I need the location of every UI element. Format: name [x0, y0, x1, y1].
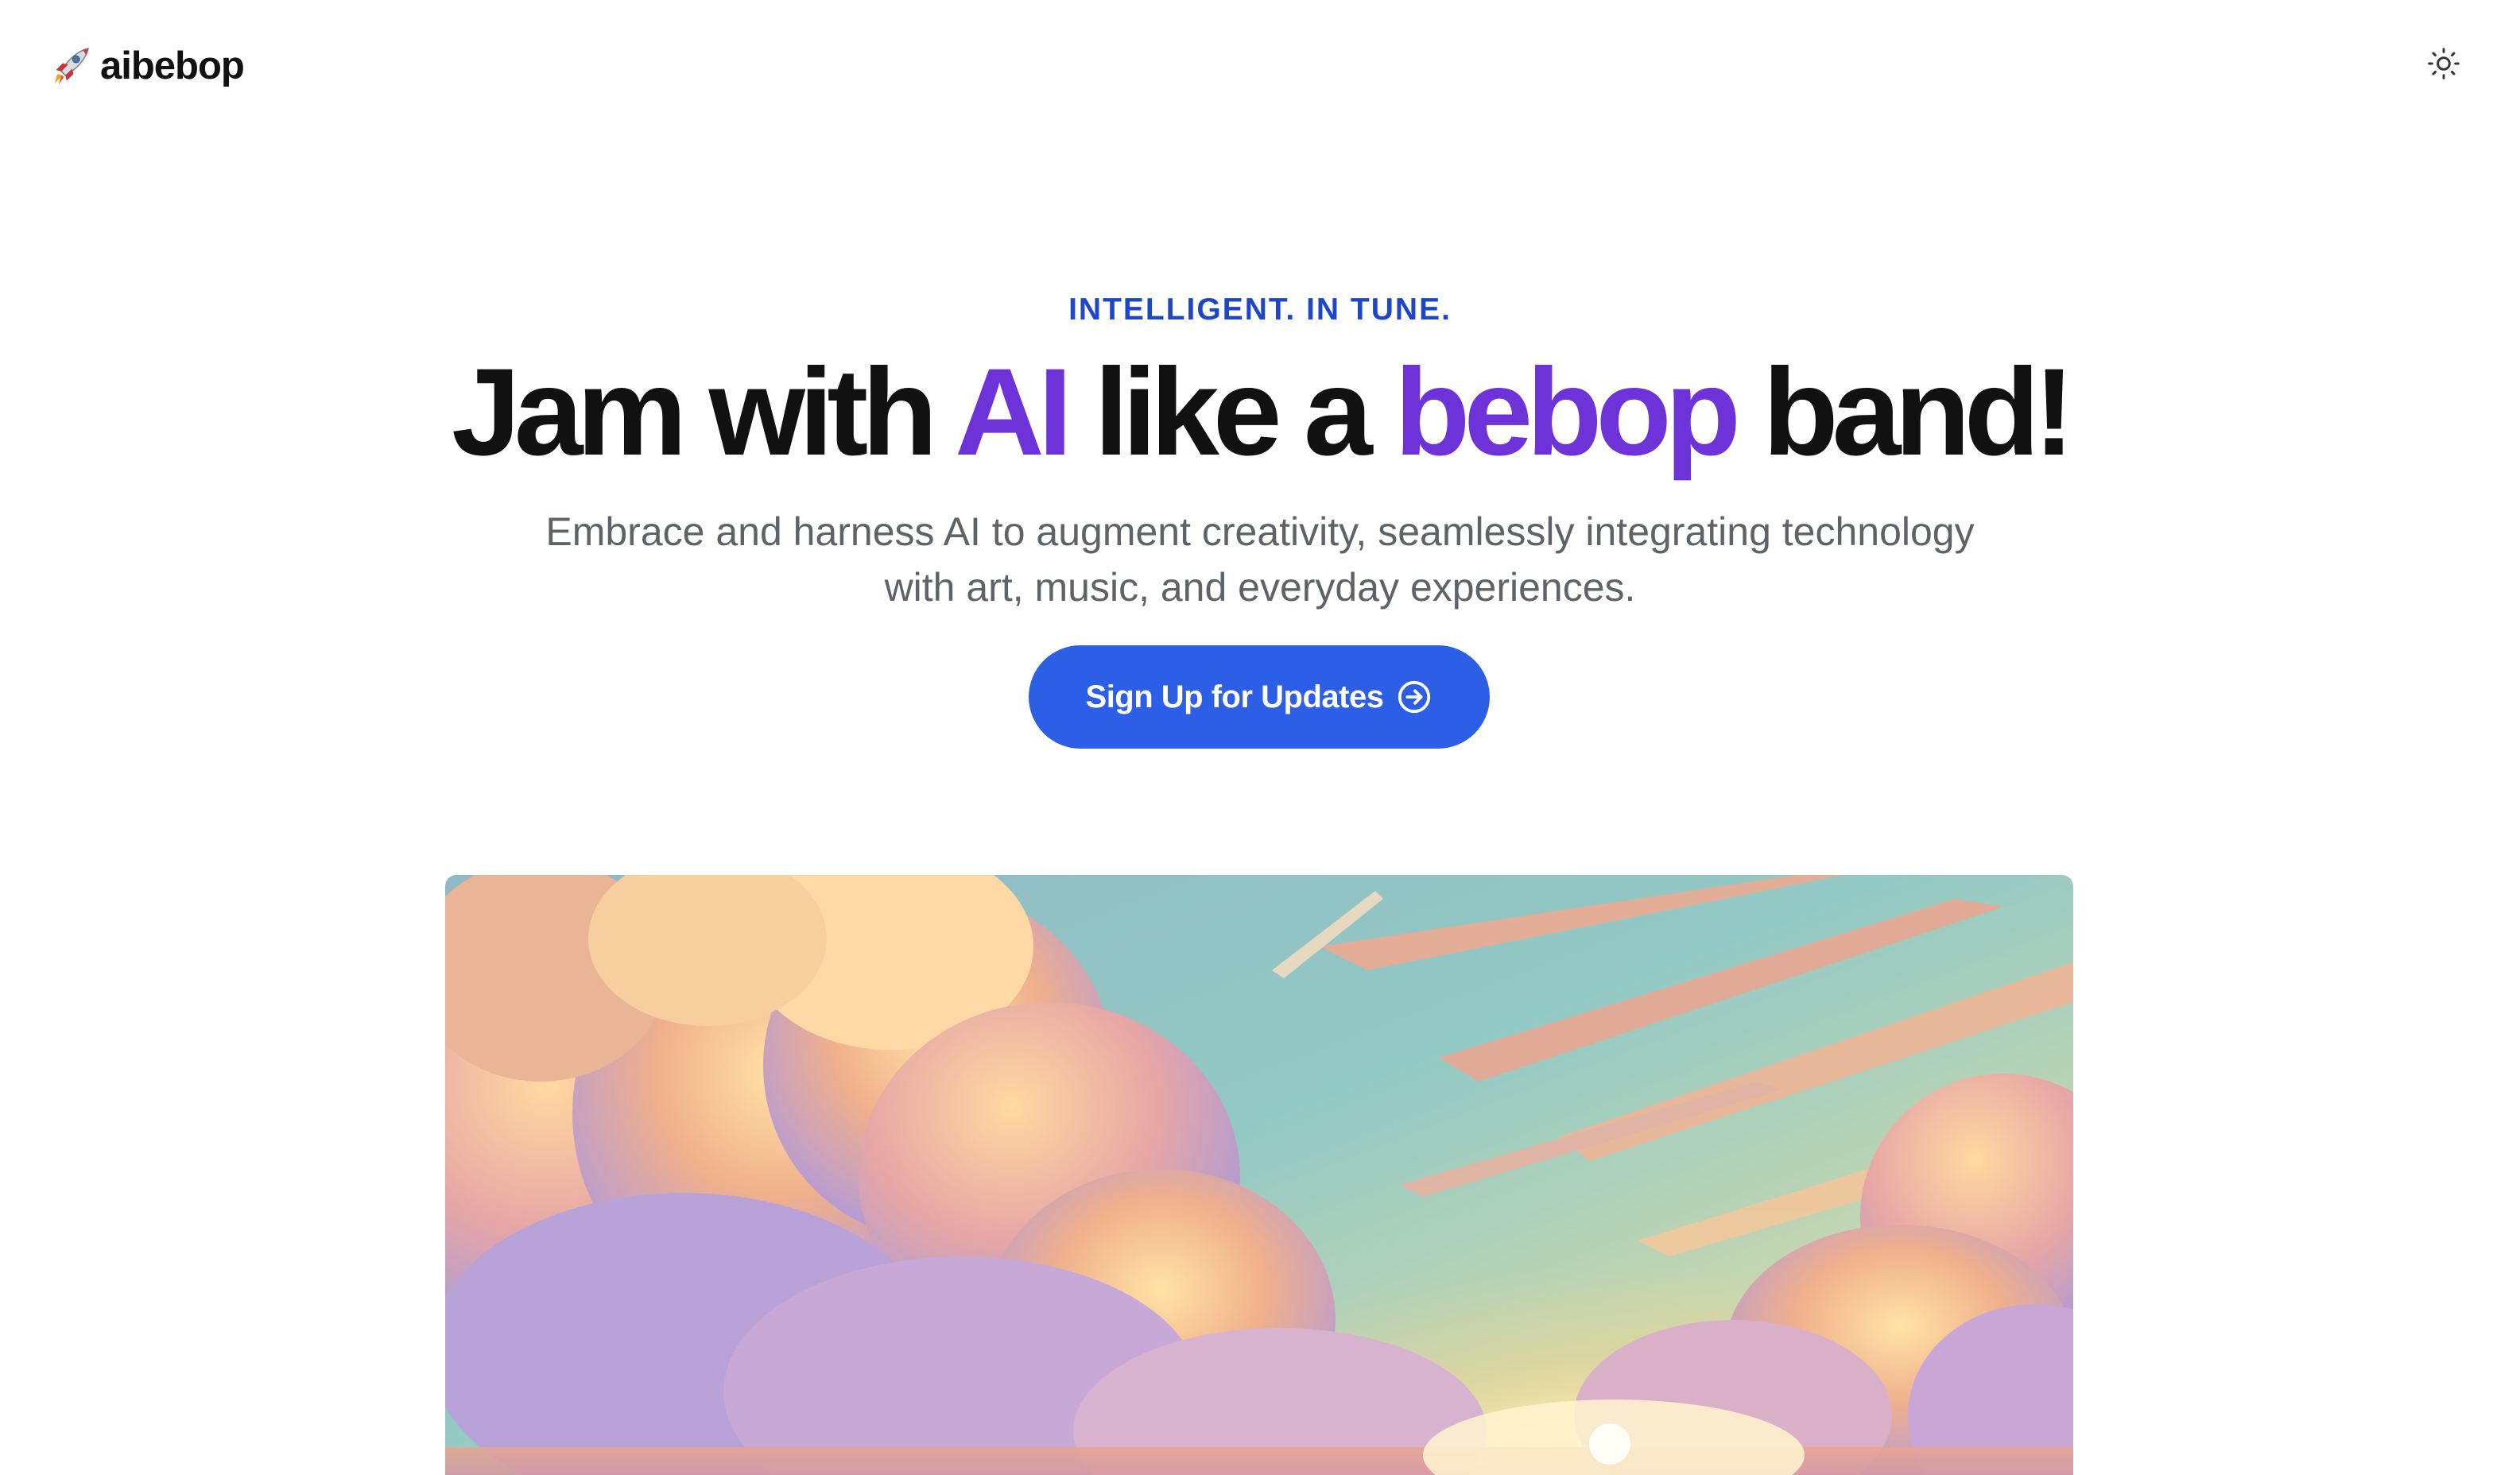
subtitle-line-2: with art, music, and everyday experience… [884, 565, 1636, 610]
hero-section: INTELLIGENT. IN TUNE. Jam with AI like a… [0, 286, 2520, 615]
headline-text-2: like a [1066, 343, 1395, 482]
rocket-icon [54, 47, 90, 85]
headline-accent-ai: AI [955, 343, 1072, 482]
hero-headline: Jam with AI like a bebop band! [0, 345, 2520, 480]
theme-toggle-button[interactable] [2421, 41, 2466, 86]
sunset-clouds-painting [445, 875, 2073, 1475]
landing-page: aibebop INTELLIGENT. IN TUNE. Jam with A… [0, 0, 2520, 1475]
hero-subtitle: Embrace and harness AI to augment creati… [505, 504, 2015, 615]
logo-link[interactable]: aibebop [49, 41, 245, 91]
subtitle-line-1: Embrace and harness AI to augment creati… [545, 509, 1975, 554]
headline-accent-bebop: bebop [1394, 343, 1741, 482]
hero-image [445, 875, 2073, 1475]
headline-text-1: Jam with [452, 343, 956, 482]
sign-up-label: Sign Up for Updates [1085, 679, 1384, 714]
headline-text-3: band! [1735, 343, 2075, 482]
logo-text: aibebop [100, 44, 245, 87]
arrow-right-circle-icon [1398, 680, 1431, 714]
hero-eyebrow: INTELLIGENT. IN TUNE. [1068, 292, 1452, 327]
sun-icon [2428, 48, 2460, 79]
sign-up-button[interactable]: Sign Up for Updates [1029, 645, 1490, 749]
